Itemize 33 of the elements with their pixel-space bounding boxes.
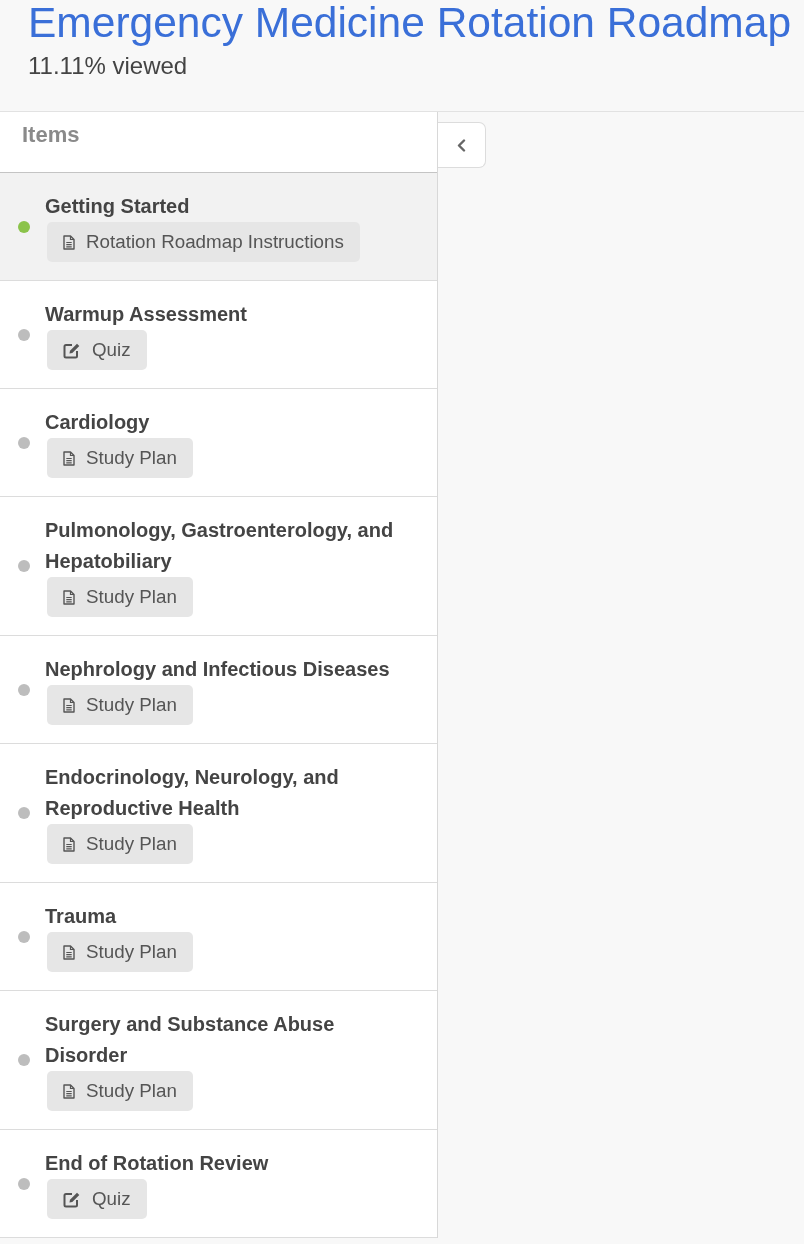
- resource-button[interactable]: Study Plan: [47, 932, 193, 972]
- resource-button[interactable]: Rotation Roadmap Instructions: [47, 222, 360, 262]
- resource-button[interactable]: Study Plan: [47, 577, 193, 617]
- chevron-left-icon: [457, 138, 466, 152]
- resource-button[interactable]: Study Plan: [47, 824, 193, 864]
- progress-text: 11.11% viewed: [28, 52, 188, 80]
- document-icon: [63, 697, 75, 713]
- pencil-square-icon: [63, 341, 81, 359]
- resource-button[interactable]: Study Plan: [47, 685, 193, 725]
- document-icon: [63, 1083, 75, 1099]
- resource-button[interactable]: Quiz: [47, 330, 147, 370]
- item-title: Getting Started: [45, 194, 190, 219]
- resource-button[interactable]: Study Plan: [47, 1071, 193, 1111]
- item-title: Pulmonology, Gastroenterology, and Hepatobiliary: [45, 518, 395, 574]
- document-icon: [63, 234, 75, 250]
- item-title: Endocrinology, Neurology, and Reproductive Health: [45, 765, 340, 821]
- page-title: Emergency Medicine Rotation Roadmap: [28, 0, 792, 46]
- item-title: Trauma: [45, 904, 117, 929]
- sidebar-heading: Items: [22, 121, 80, 149]
- item-title: Warmup Assessment: [45, 302, 247, 327]
- item-title: End of Rotation Review: [45, 1151, 269, 1176]
- item-title: Nephrology and Infectious Diseases: [45, 657, 390, 682]
- item-title: Surgery and Substance Abuse Disorder: [45, 1012, 336, 1068]
- sidebar-item[interactable]: Getting Started Rotation Roadmap Instructions: [0, 173, 437, 281]
- item-title: Cardiology: [45, 410, 150, 435]
- document-icon: [63, 450, 75, 466]
- document-icon: [63, 836, 75, 852]
- resource-button[interactable]: Quiz: [47, 1179, 147, 1219]
- resource-button[interactable]: Study Plan: [47, 438, 193, 478]
- collapse-button[interactable]: [438, 122, 486, 168]
- document-icon: [63, 944, 75, 960]
- document-icon: [63, 589, 75, 605]
- pencil-square-icon: [63, 1190, 81, 1208]
